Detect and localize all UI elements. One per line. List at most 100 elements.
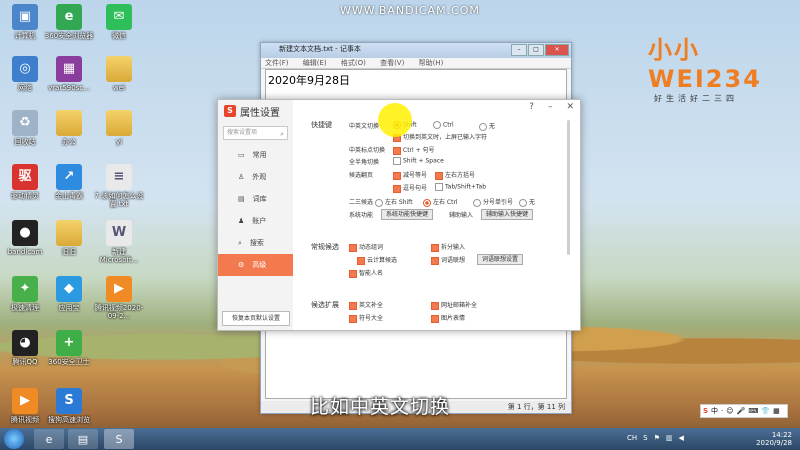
smart-names-checkbox[interactable] [349,269,357,278]
dyn-combine-opt[interactable]: 动态组词 [349,242,383,252]
opt-ctrl[interactable]: Ctrl [433,121,454,129]
desktop-icon[interactable]: 旧旧 [44,220,94,256]
cloud-calc-opt[interactable]: 云计算候选 [357,255,397,265]
menu-format[interactable]: 格式(O) [341,59,366,67]
desktop-icon[interactable]: W 新建Microsoft... [94,220,144,264]
start-button[interactable] [4,429,24,449]
aux-hotkey-button[interactable]: 辅助输入快捷键 [481,209,534,220]
comma-period-checkbox[interactable] [393,184,401,193]
punct-checkbox[interactable] [393,146,401,155]
desktop-icon[interactable]: ◆ 应用宝 [44,276,94,312]
nav-lexicon[interactable]: ▤ 词库 [218,188,293,210]
menu-help[interactable]: 帮助(H) [419,59,444,67]
nav-account[interactable]: ♟ 账户 [218,210,293,232]
menu-file[interactable]: 文件(F) [265,59,289,67]
word-assoc-checkbox[interactable] [431,256,439,265]
nav-appearance[interactable]: ♙ 外观 [218,166,293,188]
desktop-icon[interactable]: ▦ vrar590sc... [44,56,94,92]
width-checkbox[interactable] [393,157,401,165]
emoji-checkbox[interactable] [431,314,439,323]
desktop-icon[interactable]: S 搜狗高速浏览 [44,388,94,424]
tray-network-icon[interactable]: ▥ [666,434,673,442]
desktop-icon[interactable]: ▶ 腾讯视频 [0,388,50,424]
tab-checkbox[interactable] [435,183,443,191]
radio-ctrl[interactable] [433,121,441,129]
taskbar-ie-icon[interactable]: e [34,429,64,449]
menu-view[interactable]: 查看(V) [380,59,404,67]
desktop-icon[interactable]: wei [94,56,144,92]
radio-none[interactable] [479,122,487,131]
maximize-button[interactable]: □ [528,44,544,56]
en-complete-opt[interactable]: 英文补全 [349,300,383,310]
width-opt[interactable]: Shift + Space [393,157,444,165]
ime-keyboard-icon[interactable]: ⌨ [748,407,758,415]
switch-hint[interactable]: 切换到英文时，上屏已输入字符 [393,132,487,142]
desktop-icon[interactable]: e 360安全浏览器 [44,4,94,40]
minus-eq-opt[interactable]: 减号等号 [393,170,427,180]
desktop-icon[interactable]: ◎ 网络 [0,56,50,92]
minimize-button[interactable]: – [511,44,527,56]
none2-radio[interactable] [519,198,527,207]
cloud-calc-checkbox[interactable] [357,256,365,265]
minus-eq-checkbox[interactable] [393,171,401,180]
tray-flag-icon[interactable]: ⚑ [654,434,660,442]
symbols-checkbox[interactable] [349,314,357,323]
ime-skin-icon[interactable]: 👕 [761,407,770,415]
desktop-icon[interactable]: ↗ 金山毒霸 [44,164,94,200]
desktop-icon[interactable]: ≡ 7.该如何怎么设置.txt [94,164,144,208]
tray-clock[interactable]: 14:22 2020/9/28 [756,431,792,447]
lr-ctrl-radio[interactable] [423,198,431,207]
none2-opt[interactable]: 无 [519,197,535,207]
desktop-icon[interactable]: ♻ 回收站 [0,110,50,146]
desktop-icon[interactable]: ◕ 腾讯QQ [0,330,50,366]
split-input-checkbox[interactable] [431,243,439,252]
ime-mic-icon[interactable]: 🎤 [737,407,746,415]
desktop-icon[interactable]: 办公 [44,110,94,146]
tray-sogou-icon[interactable]: S [643,434,647,442]
lr-shift-radio[interactable] [375,198,383,207]
tray-lang[interactable]: CH [627,434,637,442]
emoji-opt[interactable]: 图片表情 [431,313,465,323]
nav-advanced[interactable]: ⚙ 高级 [218,254,293,276]
sogou-icon[interactable]: S [703,407,708,415]
desktop-icon[interactable]: +360安全卫士 [44,330,94,366]
ime-chinese-mode[interactable]: 中 [711,406,718,416]
taskbar-explorer-icon[interactable]: ▤ [68,429,98,449]
desktop-icon[interactable]: yi [94,110,144,146]
settings-search-input[interactable]: 搜索设置项 ⌕ [223,126,288,140]
ime-toolbox-icon[interactable]: ▦ [773,407,780,415]
word-assoc-settings-button[interactable]: 词语联想设置 [477,254,524,265]
tab-opt[interactable]: Tab/Shift+Tab [435,183,486,191]
notepad-titlebar[interactable]: 新建文本文档.txt - 记事本 – □ ✕ [261,43,571,58]
en-complete-checkbox[interactable] [349,301,357,310]
split-input-opt[interactable]: 拆分输入 [431,242,465,252]
symbols-opt[interactable]: 符号大全 [349,313,383,323]
taskbar-sogou-icon[interactable]: S [104,429,134,449]
comma-period-opt[interactable]: 逗号句号 [393,183,427,193]
word-assoc-opt[interactable]: 词语联想 [431,255,465,265]
content-scrollbar[interactable] [567,120,570,255]
email-complete-opt[interactable]: 网址邮箱补全 [431,300,477,310]
desktop-icon[interactable]: ✦ 极速清理 [0,276,50,312]
desktop-icon[interactable]: ✉ 微信 [94,4,144,40]
desktop-icon[interactable]: 驱驱动精灵 [0,164,50,200]
brackets-opt[interactable]: 左右方括号 [435,170,475,180]
dyn-combine-checkbox[interactable] [349,243,357,252]
quote-radio[interactable] [473,198,481,207]
lr-shift-opt[interactable]: 左右 Shift [375,197,413,207]
reset-defaults-button[interactable]: 恢复本页默认设置 [222,311,290,326]
ime-toolbar[interactable]: S 中 · ☺ 🎤 ⌨ 👕 ▦ [700,404,788,418]
punct-opt[interactable]: Ctrl + 句号 [393,145,435,155]
desktop-icon[interactable]: ● bandicam [0,220,50,256]
ime-punct-icon[interactable]: · [721,407,723,415]
nav-common[interactable]: ▭ 常用 [218,144,293,166]
quote-opt[interactable]: 分号单引号 [473,197,513,207]
brackets-checkbox[interactable] [435,171,443,180]
tray-volume-icon[interactable]: ◀ [679,434,684,442]
menu-edit[interactable]: 编辑(E) [303,59,327,67]
desktop-icon[interactable]: ▶ 腾讯视频2020-09-2... [94,276,144,320]
opt-none[interactable]: 无 [479,121,495,131]
close-button[interactable]: ✕ [545,44,569,56]
lr-ctrl-opt[interactable]: 左右 Ctrl [423,197,458,207]
ime-emoji-icon[interactable]: ☺ [726,407,733,415]
